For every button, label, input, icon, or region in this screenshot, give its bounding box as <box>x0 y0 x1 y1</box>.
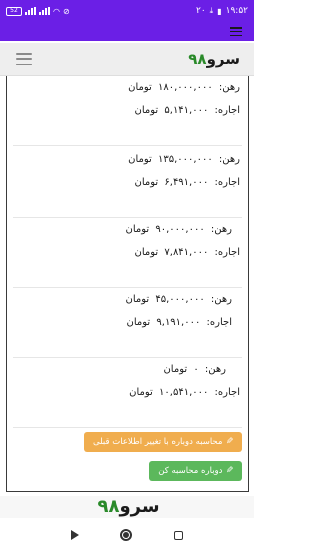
rent-label: رهن: <box>210 294 232 305</box>
home-icon[interactable] <box>120 529 133 541</box>
lease-label: اجاره: <box>214 105 240 116</box>
result-item: رهن: ۴۵,۰۰۰,۰۰۰ تومان اجاره: ۹,۱۹۱,۰۰۰ ت… <box>13 288 242 358</box>
rent-unit: تومان <box>128 154 152 165</box>
battery-level: 52 <box>10 7 18 14</box>
notification-count: ۲۰ <box>196 6 206 16</box>
lease-label: اجاره: <box>214 247 240 258</box>
recent-apps-icon[interactable] <box>174 530 184 540</box>
lease-value: ۵,۱۴۱,۰۰۰ <box>164 105 209 116</box>
rent-unit: تومان <box>125 224 150 235</box>
result-item: رهن: ۱۳۵,۰۰۰,۰۰۰ تومان اجاره: ۶,۴۹۱,۰۰۰ … <box>13 148 242 218</box>
result-item: رهن: ۱۸۰,۰۰۰,۰۰۰ تومان اجاره: ۵,۱۴۱,۰۰۰ … <box>13 76 242 146</box>
brand-number: ۹۸ <box>188 50 207 68</box>
pencil-icon: ✎ <box>226 466 234 476</box>
recalc-with-changes-button[interactable]: ✎ محاسبه دوباره با تغییر اطلاعات قبلی <box>84 432 242 452</box>
lease-value: ۱۰,۵۴۱,۰۰۰ <box>159 387 209 398</box>
system-nav-bar <box>0 520 254 550</box>
rent-line: رهن: ۹۰,۰۰۰,۰۰۰ تومان <box>13 218 240 241</box>
recalc-button[interactable]: ✎ دوباره محاسبه کن <box>149 461 242 481</box>
recalc-with-changes-label: محاسبه دوباره با تغییر اطلاعات قبلی <box>93 437 223 447</box>
rent-value: ۹۰,۰۰۰,۰۰۰ <box>155 224 205 235</box>
lease-unit: تومان <box>126 317 151 328</box>
lease-line: اجاره: ۹,۱۹۱,۰۰۰ تومان <box>13 311 240 334</box>
signal-icon-2 <box>39 7 50 15</box>
trash-icon: ▮ <box>217 6 222 16</box>
lease-line: اجاره: ۵,۱۴۱,۰۰۰ تومان <box>13 99 241 122</box>
rent-label: رهن: <box>218 82 240 93</box>
status-time: ۱۹:۵۲ <box>225 6 248 16</box>
lease-unit: تومان <box>129 387 153 398</box>
lease-value: ۹,۱۹۱,۰۰۰ <box>156 317 201 328</box>
lease-value: ۷,۸۴۱,۰۰۰ <box>164 247 209 258</box>
brand-logo[interactable]: سرو۹۸ <box>185 50 240 68</box>
download-icon: ⤓ <box>209 6 214 15</box>
results-panel: رهن: ۱۸۰,۰۰۰,۰۰۰ تومان اجاره: ۵,۱۴۱,۰۰۰ … <box>6 76 249 492</box>
back-icon[interactable] <box>70 530 79 540</box>
lease-unit: تومان <box>134 177 159 188</box>
rent-line: رهن: ۴۵,۰۰۰,۰۰۰ تومان <box>13 288 240 311</box>
footer-brand-logo: سرو۹۸ <box>0 496 254 518</box>
lease-label: اجاره: <box>214 387 240 398</box>
pencil-icon: ✎ <box>226 437 234 447</box>
rent-label: رهن: <box>210 224 232 235</box>
recalc-label: دوباره محاسبه کن <box>158 466 223 476</box>
rent-unit: تومان <box>163 364 188 375</box>
signal-icon <box>25 7 36 15</box>
notification-off-icon: ⊘ <box>62 6 70 16</box>
footer-brand-name: سرو <box>119 496 160 517</box>
lease-unit: تومان <box>134 247 159 258</box>
overflow-menu-icon[interactable] <box>230 27 242 36</box>
status-bar: 52 ◠ ⊘ ۲۰ ⤓ ▮ ۱۹:۵۲ <box>0 0 254 22</box>
rent-value: ۴۵,۰۰۰,۰۰۰ <box>155 294 205 305</box>
lease-line: اجاره: ۶,۴۹۱,۰۰۰ تومان <box>13 171 241 194</box>
rent-value: ۱۸۰,۰۰۰,۰۰۰ <box>158 82 213 93</box>
rent-unit: تومان <box>128 82 152 93</box>
rent-value: ۰ <box>193 364 199 375</box>
result-item: رهن: ۰ تومان اجاره: ۱۰,۵۴۱,۰۰۰ تومان <box>13 358 242 428</box>
battery-icon: 52 <box>6 6 22 16</box>
footer-brand-number: ۹۸ <box>97 496 120 517</box>
rent-line: رهن: ۱۸۰,۰۰۰,۰۰۰ تومان <box>13 76 240 99</box>
status-clock-area: ۲۰ ⤓ ▮ ۱۹:۵۲ <box>196 6 248 16</box>
lease-value: ۶,۴۹۱,۰۰۰ <box>164 177 209 188</box>
rent-line: رهن: ۱۳۵,۰۰۰,۰۰۰ تومان <box>13 148 240 171</box>
lease-line: اجاره: ۱۰,۵۴۱,۰۰۰ تومان <box>13 381 240 404</box>
lease-label: اجاره: <box>206 317 232 328</box>
rent-label: رهن: <box>218 154 240 165</box>
status-icons: 52 ◠ ⊘ <box>6 6 70 16</box>
result-item: رهن: ۹۰,۰۰۰,۰۰۰ تومان اجاره: ۷,۸۴۱,۰۰۰ ت… <box>13 218 242 288</box>
brand-name: سرو <box>206 50 240 68</box>
rent-value: ۱۳۵,۰۰۰,۰۰۰ <box>158 154 213 165</box>
rent-unit: تومان <box>125 294 150 305</box>
app-header: سرو۹۸ <box>0 43 254 76</box>
lease-line: اجاره: ۷,۸۴۱,۰۰۰ تومان <box>13 241 241 264</box>
lease-label: اجاره: <box>214 177 240 188</box>
wifi-icon: ◠ <box>53 6 60 16</box>
app-toolbar <box>0 22 254 41</box>
hamburger-menu-icon[interactable] <box>16 53 32 65</box>
rent-label: رهن: <box>204 364 226 375</box>
lease-unit: تومان <box>134 105 159 116</box>
rent-line: رهن: ۰ تومان <box>13 358 240 381</box>
